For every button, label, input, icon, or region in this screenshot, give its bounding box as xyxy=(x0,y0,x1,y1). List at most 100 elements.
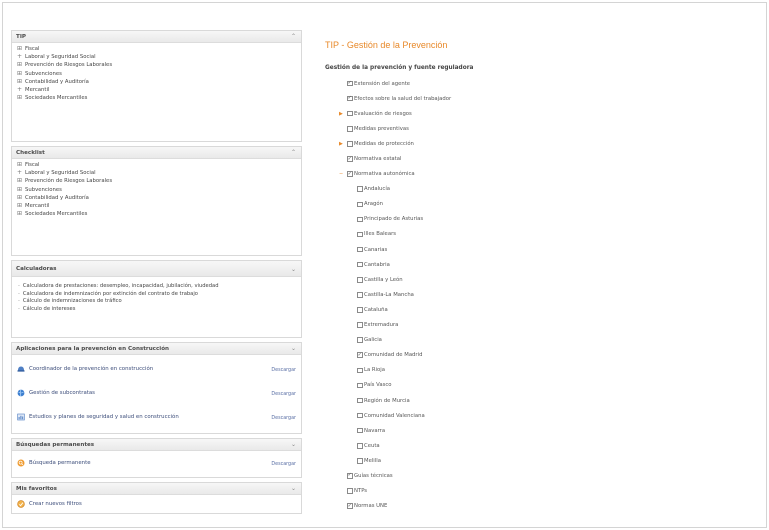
checkbox-label[interactable]: Galicia xyxy=(364,337,382,343)
collapse-icon[interactable]: ⌄ xyxy=(291,485,296,492)
download-link[interactable]: Descargar xyxy=(271,368,296,373)
expand-icon[interactable]: ⊞ xyxy=(17,45,25,53)
expand-icon[interactable]: ⊞ xyxy=(17,210,25,218)
checkbox[interactable] xyxy=(357,246,363,253)
tree-item[interactable]: + Laboral y Seguridad Social xyxy=(17,169,297,177)
tree-item[interactable]: + Laboral y Seguridad Social xyxy=(17,53,297,61)
checkbox-label[interactable]: La Rioja xyxy=(364,367,385,373)
checkbox-label[interactable]: Melilla xyxy=(364,458,381,464)
download-link[interactable]: Descargar xyxy=(271,462,296,467)
checkbox-label[interactable]: País Vasco xyxy=(364,382,392,388)
expand-icon[interactable]: ⊞ xyxy=(17,177,25,185)
checkbox-label[interactable]: Guías técnicas xyxy=(354,473,393,479)
create-filter-link[interactable]: Crear nuevos filtros xyxy=(15,499,298,509)
checkbox[interactable] xyxy=(357,277,363,283)
checkbox-label[interactable]: Navarra xyxy=(364,428,385,434)
checkbox[interactable] xyxy=(357,412,363,419)
checkbox-label[interactable]: Principado de Asturias xyxy=(364,216,423,222)
tree-item[interactable]: ⊞ Subvenciones xyxy=(17,186,297,194)
tree-item[interactable]: ⊞ Subvenciones xyxy=(17,70,297,78)
checkbox[interactable] xyxy=(357,186,363,192)
checkbox[interactable] xyxy=(357,261,363,268)
checkbox[interactable] xyxy=(357,216,363,223)
checkbox[interactable]: ✓ xyxy=(347,473,353,479)
checkbox-label[interactable]: Castilla-La Mancha xyxy=(364,292,414,298)
checkbox[interactable] xyxy=(357,322,363,328)
collapse-icon[interactable]: ⌄ xyxy=(291,345,296,352)
checkbox[interactable] xyxy=(357,427,363,434)
expand-icon[interactable]: + xyxy=(17,53,25,61)
tree-item[interactable]: ⊞ Fiscal xyxy=(17,161,297,169)
expand-icon[interactable]: + xyxy=(17,169,25,177)
checkbox[interactable] xyxy=(357,307,363,313)
expand-icon[interactable]: ⊞ xyxy=(17,70,25,78)
checkbox[interactable] xyxy=(357,458,363,464)
checkbox-label[interactable]: Normativa autonómica xyxy=(354,171,415,177)
checkbox[interactable]: ✓ xyxy=(347,96,353,102)
tree-item[interactable]: ⊞ Contabilidad y Auditoría xyxy=(17,194,297,202)
app-item[interactable]: Coordinador de la prevención en construc… xyxy=(15,357,299,381)
checkbox[interactable]: ✓ xyxy=(347,156,353,162)
checkbox[interactable] xyxy=(357,382,363,389)
expand-icon[interactable]: + xyxy=(17,86,25,94)
expand-icon[interactable]: ⊞ xyxy=(17,202,25,210)
checkbox[interactable] xyxy=(347,126,353,132)
checkbox[interactable] xyxy=(357,367,363,374)
checkbox-label[interactable]: Normas UNE xyxy=(354,503,387,509)
tree-item[interactable]: ⊞ Prevención de Riesgos Laborales xyxy=(17,61,297,69)
checkbox[interactable]: ✓ xyxy=(347,503,353,509)
checkbox-label[interactable]: Extensión del agente xyxy=(354,81,410,87)
checkbox-label[interactable]: Efectos sobre la salud del trabajador xyxy=(354,96,451,102)
app-item[interactable]: Gestión de subcontratas Descargar xyxy=(15,381,299,405)
calculator-link[interactable]: - Calculadora de prestaciones: desempleo,… xyxy=(18,283,297,291)
collapse-icon[interactable]: ⌃ xyxy=(291,33,296,40)
checkbox[interactable] xyxy=(347,110,353,117)
checkbox-label[interactable]: Región de Murcia xyxy=(364,398,410,404)
checkbox-label[interactable]: Comunidad Valenciana xyxy=(364,413,425,419)
checkbox-label[interactable]: Cataluña xyxy=(364,307,388,313)
collapse-icon[interactable]: ⌄ xyxy=(291,441,296,448)
checkbox[interactable] xyxy=(357,337,363,343)
tree-item[interactable]: ⊞ Sociedades Mercantiles xyxy=(17,94,297,102)
expand-toggle-icon[interactable]: ▶ xyxy=(339,111,343,117)
expand-icon[interactable]: ⊞ xyxy=(17,94,25,102)
panel-tip-header[interactable]: TIP ⌃ xyxy=(12,31,301,43)
checkbox-label[interactable]: Illes Balears xyxy=(364,231,396,237)
panel-searches-header[interactable]: Búsquedas permanentes ⌄ xyxy=(12,439,301,451)
checkbox-label[interactable]: Medidas de protección xyxy=(354,141,414,147)
checkbox[interactable] xyxy=(357,231,363,238)
panel-favorites-header[interactable]: Mis favoritos ⌄ xyxy=(12,483,301,495)
calculator-link[interactable]: - Cálculo de indemnizaciones de tráfico xyxy=(18,298,297,306)
download-link[interactable]: Descargar xyxy=(271,416,296,421)
collapse-icon[interactable]: ⌃ xyxy=(291,149,296,156)
collapse-icon[interactable]: ⌄ xyxy=(291,266,296,273)
checkbox-label[interactable]: NTPs xyxy=(354,488,367,494)
tree-item[interactable]: ⊞ Fiscal xyxy=(17,45,297,53)
tree-item[interactable]: ⊞ Contabilidad y Auditoría xyxy=(17,78,297,86)
app-item[interactable]: Estudios y planes de seguridad y salud e… xyxy=(15,405,299,429)
checkbox[interactable] xyxy=(357,201,363,208)
checkbox-label[interactable]: Canarias xyxy=(364,247,387,253)
download-link[interactable]: Descargar xyxy=(271,392,296,397)
expand-icon[interactable]: ⊞ xyxy=(17,78,25,86)
checkbox[interactable]: ✓ xyxy=(347,81,353,87)
checkbox-label[interactable]: Medidas preventivas xyxy=(354,126,409,132)
expand-icon[interactable]: ⊞ xyxy=(17,186,25,194)
checkbox[interactable] xyxy=(347,488,353,494)
checkbox-label[interactable]: Castilla y León xyxy=(364,277,403,283)
checkbox-label[interactable]: Extremadura xyxy=(364,322,398,328)
checkbox[interactable] xyxy=(357,292,363,298)
checkbox[interactable]: ✓ xyxy=(347,171,353,177)
panel-apps-header[interactable]: Aplicaciones para la prevención en Const… xyxy=(12,343,301,355)
expand-icon[interactable]: ⊞ xyxy=(17,161,25,169)
expand-toggle-icon[interactable]: ▶ xyxy=(339,141,343,147)
expand-icon[interactable]: ⊞ xyxy=(17,61,25,69)
checkbox-label[interactable]: Evaluación de riesgos xyxy=(354,111,412,117)
tree-item[interactable]: + Mercantil xyxy=(17,86,297,94)
tree-item[interactable]: ⊞ Prevención de Riesgos Laborales xyxy=(17,177,297,185)
checkbox[interactable]: ✓ xyxy=(357,352,363,358)
collapse-toggle-icon[interactable]: − xyxy=(339,171,343,177)
checkbox-label[interactable]: Comunidad de Madrid xyxy=(364,352,422,358)
search-item[interactable]: Búsqueda permanente Descargar xyxy=(15,451,299,475)
checkbox[interactable] xyxy=(347,141,353,147)
